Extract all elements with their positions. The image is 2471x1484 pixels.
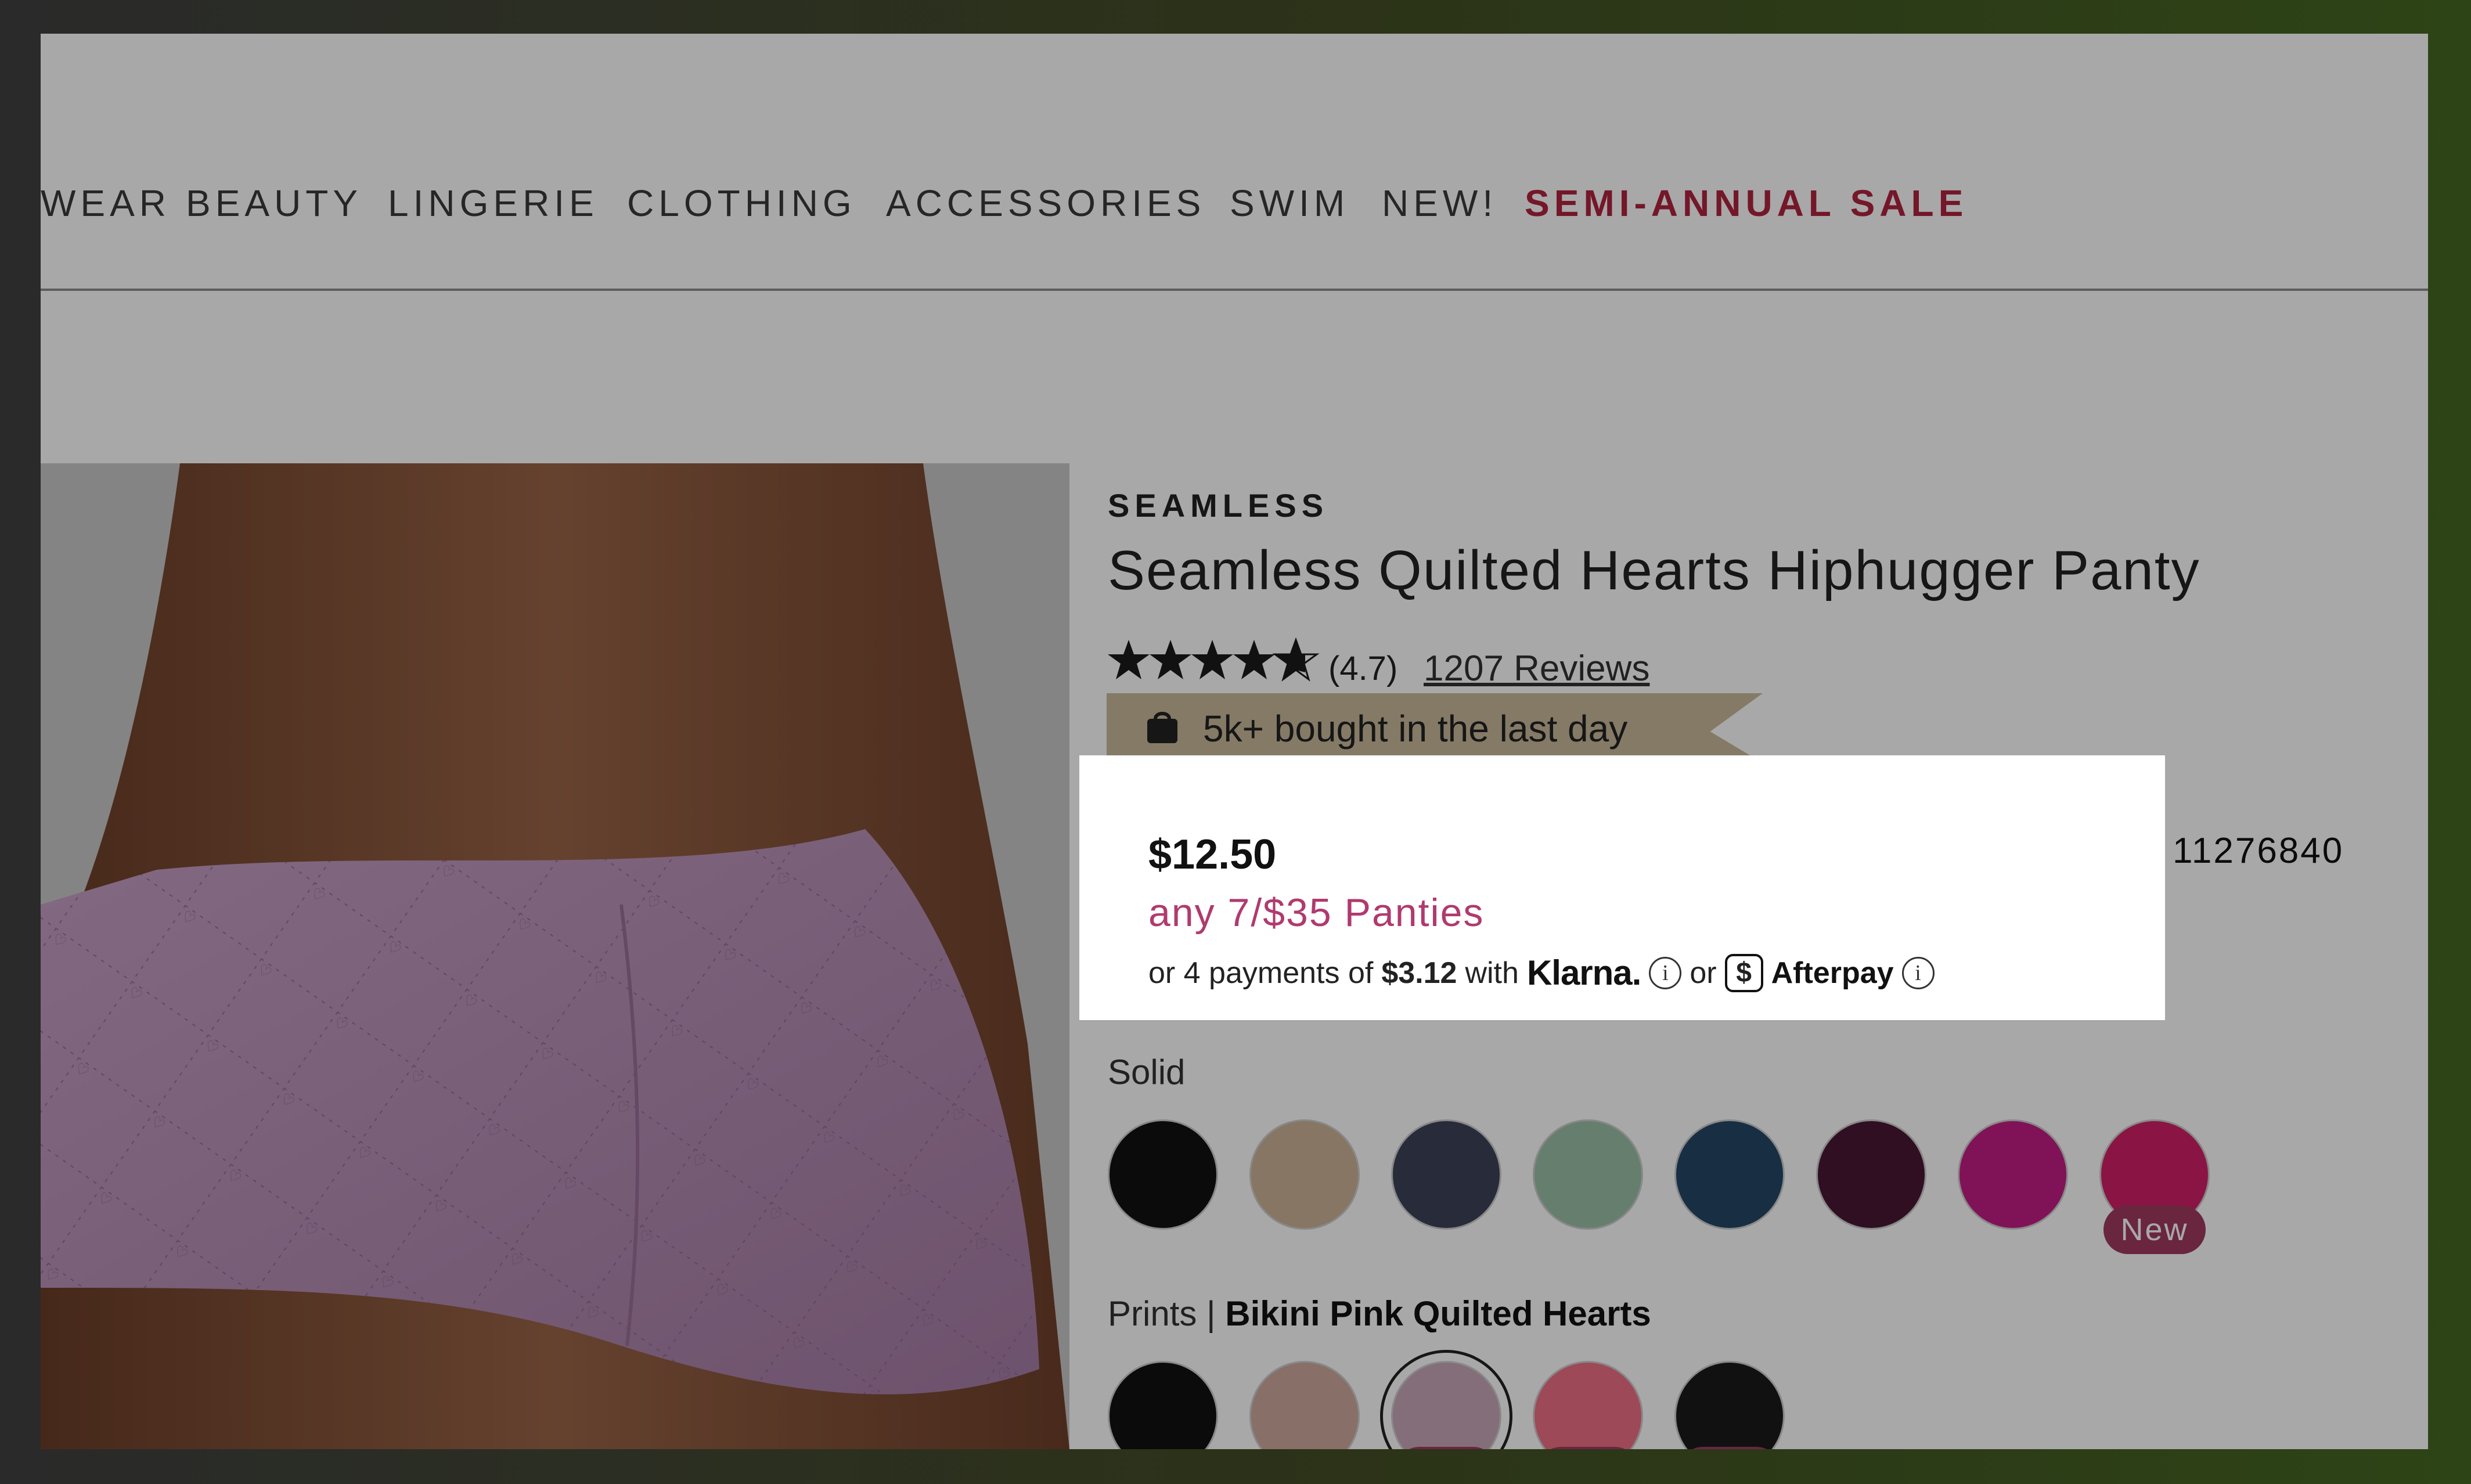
solid-color-swatch[interactable] bbox=[1674, 1119, 1785, 1230]
print-swatch[interactable] bbox=[1249, 1361, 1360, 1449]
product-category: SEAMLESS bbox=[1108, 487, 1329, 524]
installment-with: with bbox=[1465, 956, 1519, 990]
solid-color-swatch[interactable] bbox=[1533, 1119, 1643, 1230]
klarna-logo: Klarna. bbox=[1526, 953, 1641, 992]
prints-label-text: Prints | bbox=[1108, 1294, 1216, 1333]
or-label: or bbox=[1690, 956, 1717, 990]
nav-item-swim[interactable]: SWIM bbox=[1230, 178, 1349, 228]
print-swatch[interactable] bbox=[1108, 1361, 1218, 1449]
solid-color-swatch[interactable] bbox=[1108, 1119, 1218, 1230]
nav-item-accessories[interactable]: ACCESSORIES bbox=[886, 178, 1205, 228]
reviews-link[interactable]: 1207 Reviews bbox=[1424, 648, 1649, 689]
browser-viewport: WEAR BEAUTY LINGERIE CLOTHING ACCESSORIE… bbox=[41, 34, 2428, 1449]
afterpay-info-icon[interactable]: i bbox=[1901, 956, 1935, 989]
nav-item-beauty[interactable]: BEAUTY bbox=[186, 178, 362, 228]
rating-score: (4.7) bbox=[1328, 650, 1398, 687]
nav-item-lingerie[interactable]: LINGERIE bbox=[388, 178, 599, 228]
star-icon bbox=[1233, 640, 1275, 679]
solid-color-swatch[interactable] bbox=[1958, 1119, 2068, 1230]
installment-prefix: or 4 payments of bbox=[1148, 956, 1374, 990]
new-badge: New bbox=[2103, 1205, 2206, 1254]
rating-stars bbox=[1108, 637, 1323, 687]
nav-item-semi-annual-sale[interactable]: SEMI-ANNUAL SALE bbox=[1525, 178, 1968, 228]
nav-item-new[interactable]: NEW! bbox=[1382, 178, 1497, 228]
solid-color-swatch[interactable] bbox=[1816, 1119, 1926, 1230]
promo-offer[interactable]: any 7/$35 Panties bbox=[1148, 890, 1484, 935]
product-image[interactable]: ♡ bbox=[41, 463, 1069, 1449]
star-icon bbox=[1150, 640, 1191, 679]
afterpay-badge-icon: $ bbox=[1724, 953, 1763, 992]
print-swatch[interactable] bbox=[1391, 1361, 1501, 1449]
top-navigation: WEAR BEAUTY LINGERIE CLOTHING ACCESSORIE… bbox=[41, 34, 2428, 291]
afterpay-logo: Afterpay bbox=[1771, 956, 1894, 990]
product-price: $12.50 bbox=[1148, 831, 1277, 878]
print-swatch[interactable] bbox=[1533, 1361, 1643, 1449]
shopping-bag-icon bbox=[1144, 708, 1181, 748]
social-proof-text: 5k+ bought in the last day bbox=[1203, 708, 1628, 750]
nav-item-wear[interactable]: WEAR bbox=[41, 178, 171, 228]
price-highlight-panel: $12.50 any 7/$35 Panties or 4 payments o… bbox=[1079, 755, 2165, 1020]
product-title: Seamless Quilted Hearts Hiphugger Panty bbox=[1108, 539, 2200, 601]
solid-color-swatch[interactable] bbox=[1391, 1119, 1501, 1230]
item-number: 11276840 bbox=[2173, 831, 2344, 871]
klarna-info-icon[interactable]: i bbox=[1649, 956, 1682, 989]
star-icon bbox=[1191, 640, 1233, 679]
print-swatch[interactable] bbox=[1674, 1361, 1785, 1449]
prints-label: Prints | Bikini Pink Quilted Hearts bbox=[1108, 1294, 1651, 1334]
selected-print-name: Bikini Pink Quilted Hearts bbox=[1225, 1294, 1651, 1333]
nav-item-clothing[interactable]: CLOTHING bbox=[627, 178, 856, 228]
solid-color-swatch[interactable] bbox=[1249, 1119, 1360, 1230]
product-photo-illustration: ♡ bbox=[41, 463, 1069, 1449]
installment-amount: $3.12 bbox=[1381, 956, 1457, 990]
star-icon bbox=[1108, 640, 1150, 679]
solid-colors-label: Solid bbox=[1108, 1053, 1186, 1092]
installment-info: or 4 payments of $3.12 with Klarna. i or… bbox=[1148, 953, 1935, 993]
